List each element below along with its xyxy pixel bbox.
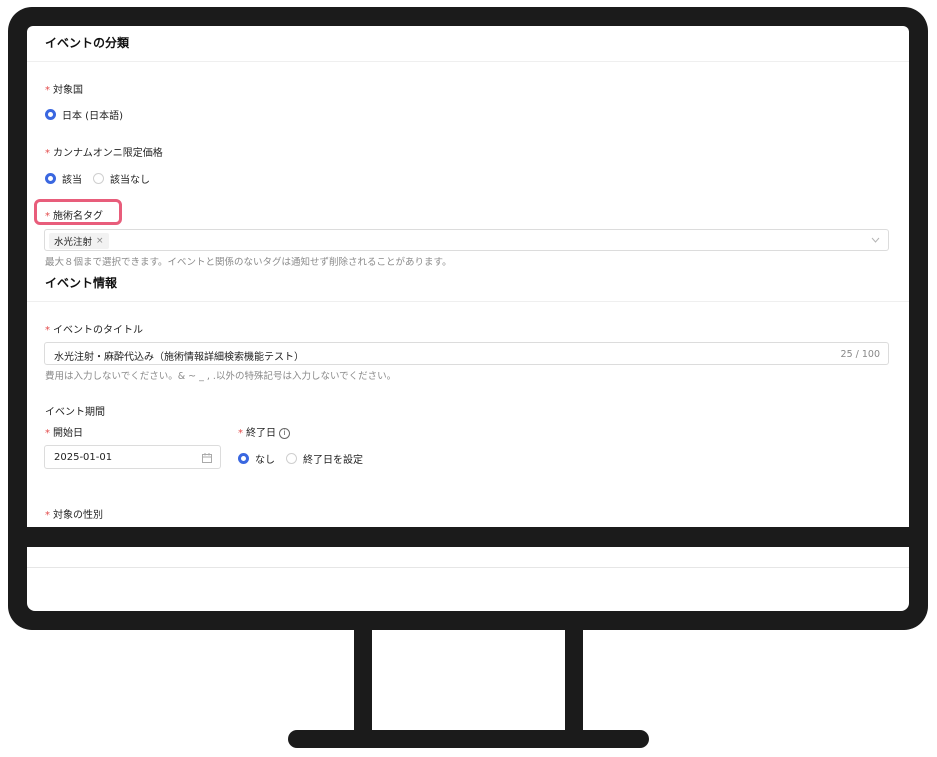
monitor-base <box>288 730 649 748</box>
monitor-stand-right <box>565 630 583 732</box>
limited-price-radio-no[interactable] <box>93 173 104 184</box>
end-date-label: * 終了日 i <box>238 424 290 439</box>
monitor-stand-left <box>354 630 372 732</box>
limited-price-radio-yes[interactable] <box>45 173 56 184</box>
screen: イベントの分類 * 対象国 日本 (日本語) * カンナムオンニ限定価格 該当 該当… <box>27 26 909 527</box>
required-mark: * <box>45 85 50 96</box>
tag-chip-label: 水光注射 <box>54 237 93 248</box>
start-date-picker[interactable]: 2025-01-01 <box>44 445 221 469</box>
event-title-label-text: イベントのタイトル <box>53 325 143 336</box>
country-label: * 対象国 <box>45 81 83 96</box>
treatment-tag-select[interactable]: 水光注射 × <box>44 229 889 251</box>
limited-price-option-no-label: 該当なし <box>110 175 150 186</box>
event-title-label: * イベントのタイトル <box>45 321 143 336</box>
event-title-value: 水光注射・麻酔代込み（施術情報詳細検索機能テスト） <box>54 352 304 363</box>
monitor-chin <box>27 547 909 611</box>
treatment-tag-hint: 最大８個まで選択できます。イベントと関係のないタグは通知せず削除されることがあり… <box>45 257 452 268</box>
limited-price-option-yes-label: 該当 <box>62 175 82 186</box>
tag-remove-icon[interactable]: × <box>96 236 104 246</box>
event-title-hint: 費用は入力しないでください。& ~ _ , .以外の特殊記号は入力しないでくださ… <box>45 371 397 382</box>
event-title-counter: 25 / 100 <box>840 349 880 360</box>
section-title-event-info: イベント情報 <box>45 276 118 290</box>
section-divider <box>27 61 909 62</box>
required-mark: * <box>45 428 50 439</box>
country-label-text: 対象国 <box>53 85 83 96</box>
end-date-radio-none[interactable] <box>238 453 249 464</box>
start-date-value: 2025-01-01 <box>54 452 113 463</box>
required-mark: * <box>238 428 243 439</box>
start-date-label-text: 開始日 <box>53 428 83 439</box>
treatment-tag-highlight <box>34 199 122 225</box>
start-date-label: * 開始日 <box>45 424 83 439</box>
end-date-option-set-label: 終了日を設定 <box>303 455 363 466</box>
tag-chip: 水光注射 × <box>49 233 109 249</box>
country-option-label: 日本 (日本語) <box>62 111 123 122</box>
limited-price-label: * カンナムオンニ限定価格 <box>45 144 163 159</box>
country-radio-group: 日本 (日本語) <box>45 107 134 122</box>
gender-label: * 対象の性別 <box>45 506 103 521</box>
event-title-input[interactable]: 水光注射・麻酔代込み（施術情報詳細検索機能テスト） 25 / 100 <box>44 342 889 365</box>
country-radio-japan[interactable] <box>45 109 56 120</box>
chin-divider <box>27 567 909 568</box>
section-title-classification: イベントの分類 <box>45 36 130 50</box>
info-icon[interactable]: i <box>279 428 290 439</box>
section-divider <box>27 301 909 302</box>
required-mark: * <box>45 325 50 336</box>
end-date-option-none-label: なし <box>255 455 275 466</box>
limited-price-label-text: カンナムオンニ限定価格 <box>53 148 163 159</box>
end-date-radio-group: なし 終了日を設定 <box>238 451 374 466</box>
event-period-label: イベント期間 <box>45 407 105 418</box>
chevron-down-icon[interactable] <box>871 237 880 243</box>
gender-label-text: 対象の性別 <box>53 510 103 521</box>
required-mark: * <box>45 510 50 521</box>
limited-price-radio-group: 該当 該当なし <box>45 171 161 186</box>
end-date-label-text: 終了日 <box>246 428 276 439</box>
required-mark: * <box>45 148 50 159</box>
end-date-radio-set[interactable] <box>286 453 297 464</box>
calendar-icon <box>202 453 212 463</box>
